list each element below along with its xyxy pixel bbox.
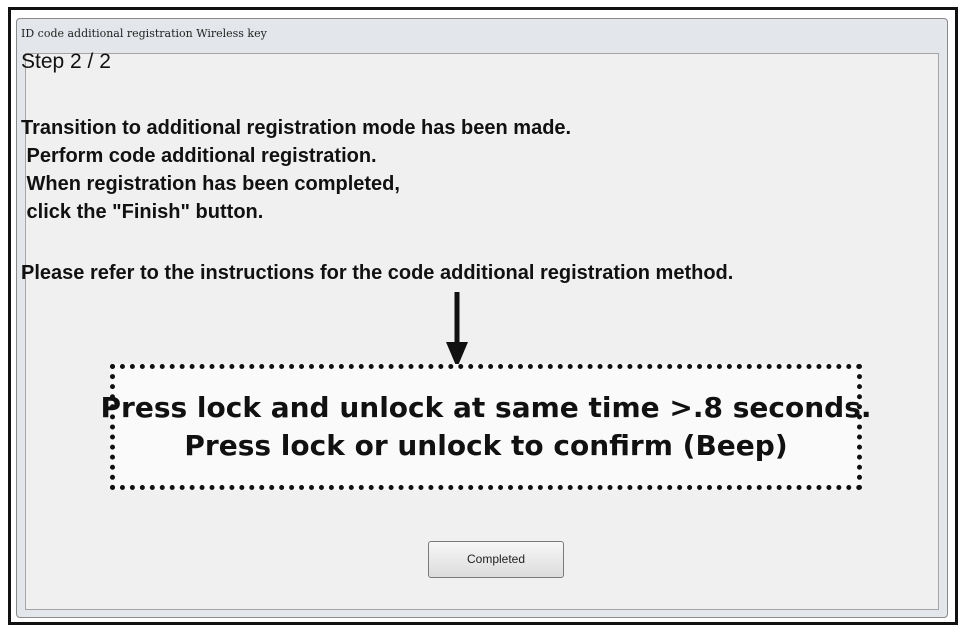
instruction-line-1: Transition to additional registration mo…: [21, 117, 572, 139]
instruction-line-3: When registration has been completed,: [21, 173, 400, 195]
refer-instructions-text: Please refer to the instructions for the…: [21, 262, 734, 284]
annotation-line-2: Press lock or unlock to confirm (Beep): [184, 429, 788, 462]
instruction-line-4: click the "Finish" button.: [21, 201, 264, 223]
down-arrow-icon: [446, 292, 468, 368]
annotation-callout: Press lock and unlock at same time >.8 s…: [101, 364, 872, 490]
annotation-line-1: Press lock and unlock at same time >.8 s…: [100, 391, 872, 424]
dialog-window: ID code additional registration Wireless…: [16, 18, 948, 618]
window-title: ID code additional registration Wireless…: [21, 27, 267, 40]
completed-button[interactable]: Completed: [428, 541, 564, 578]
step-indicator: Step 2 / 2: [21, 50, 111, 73]
instruction-line-2: Perform code additional registration.: [21, 145, 377, 167]
instruction-text: Transition to additional registration mo…: [21, 114, 571, 226]
